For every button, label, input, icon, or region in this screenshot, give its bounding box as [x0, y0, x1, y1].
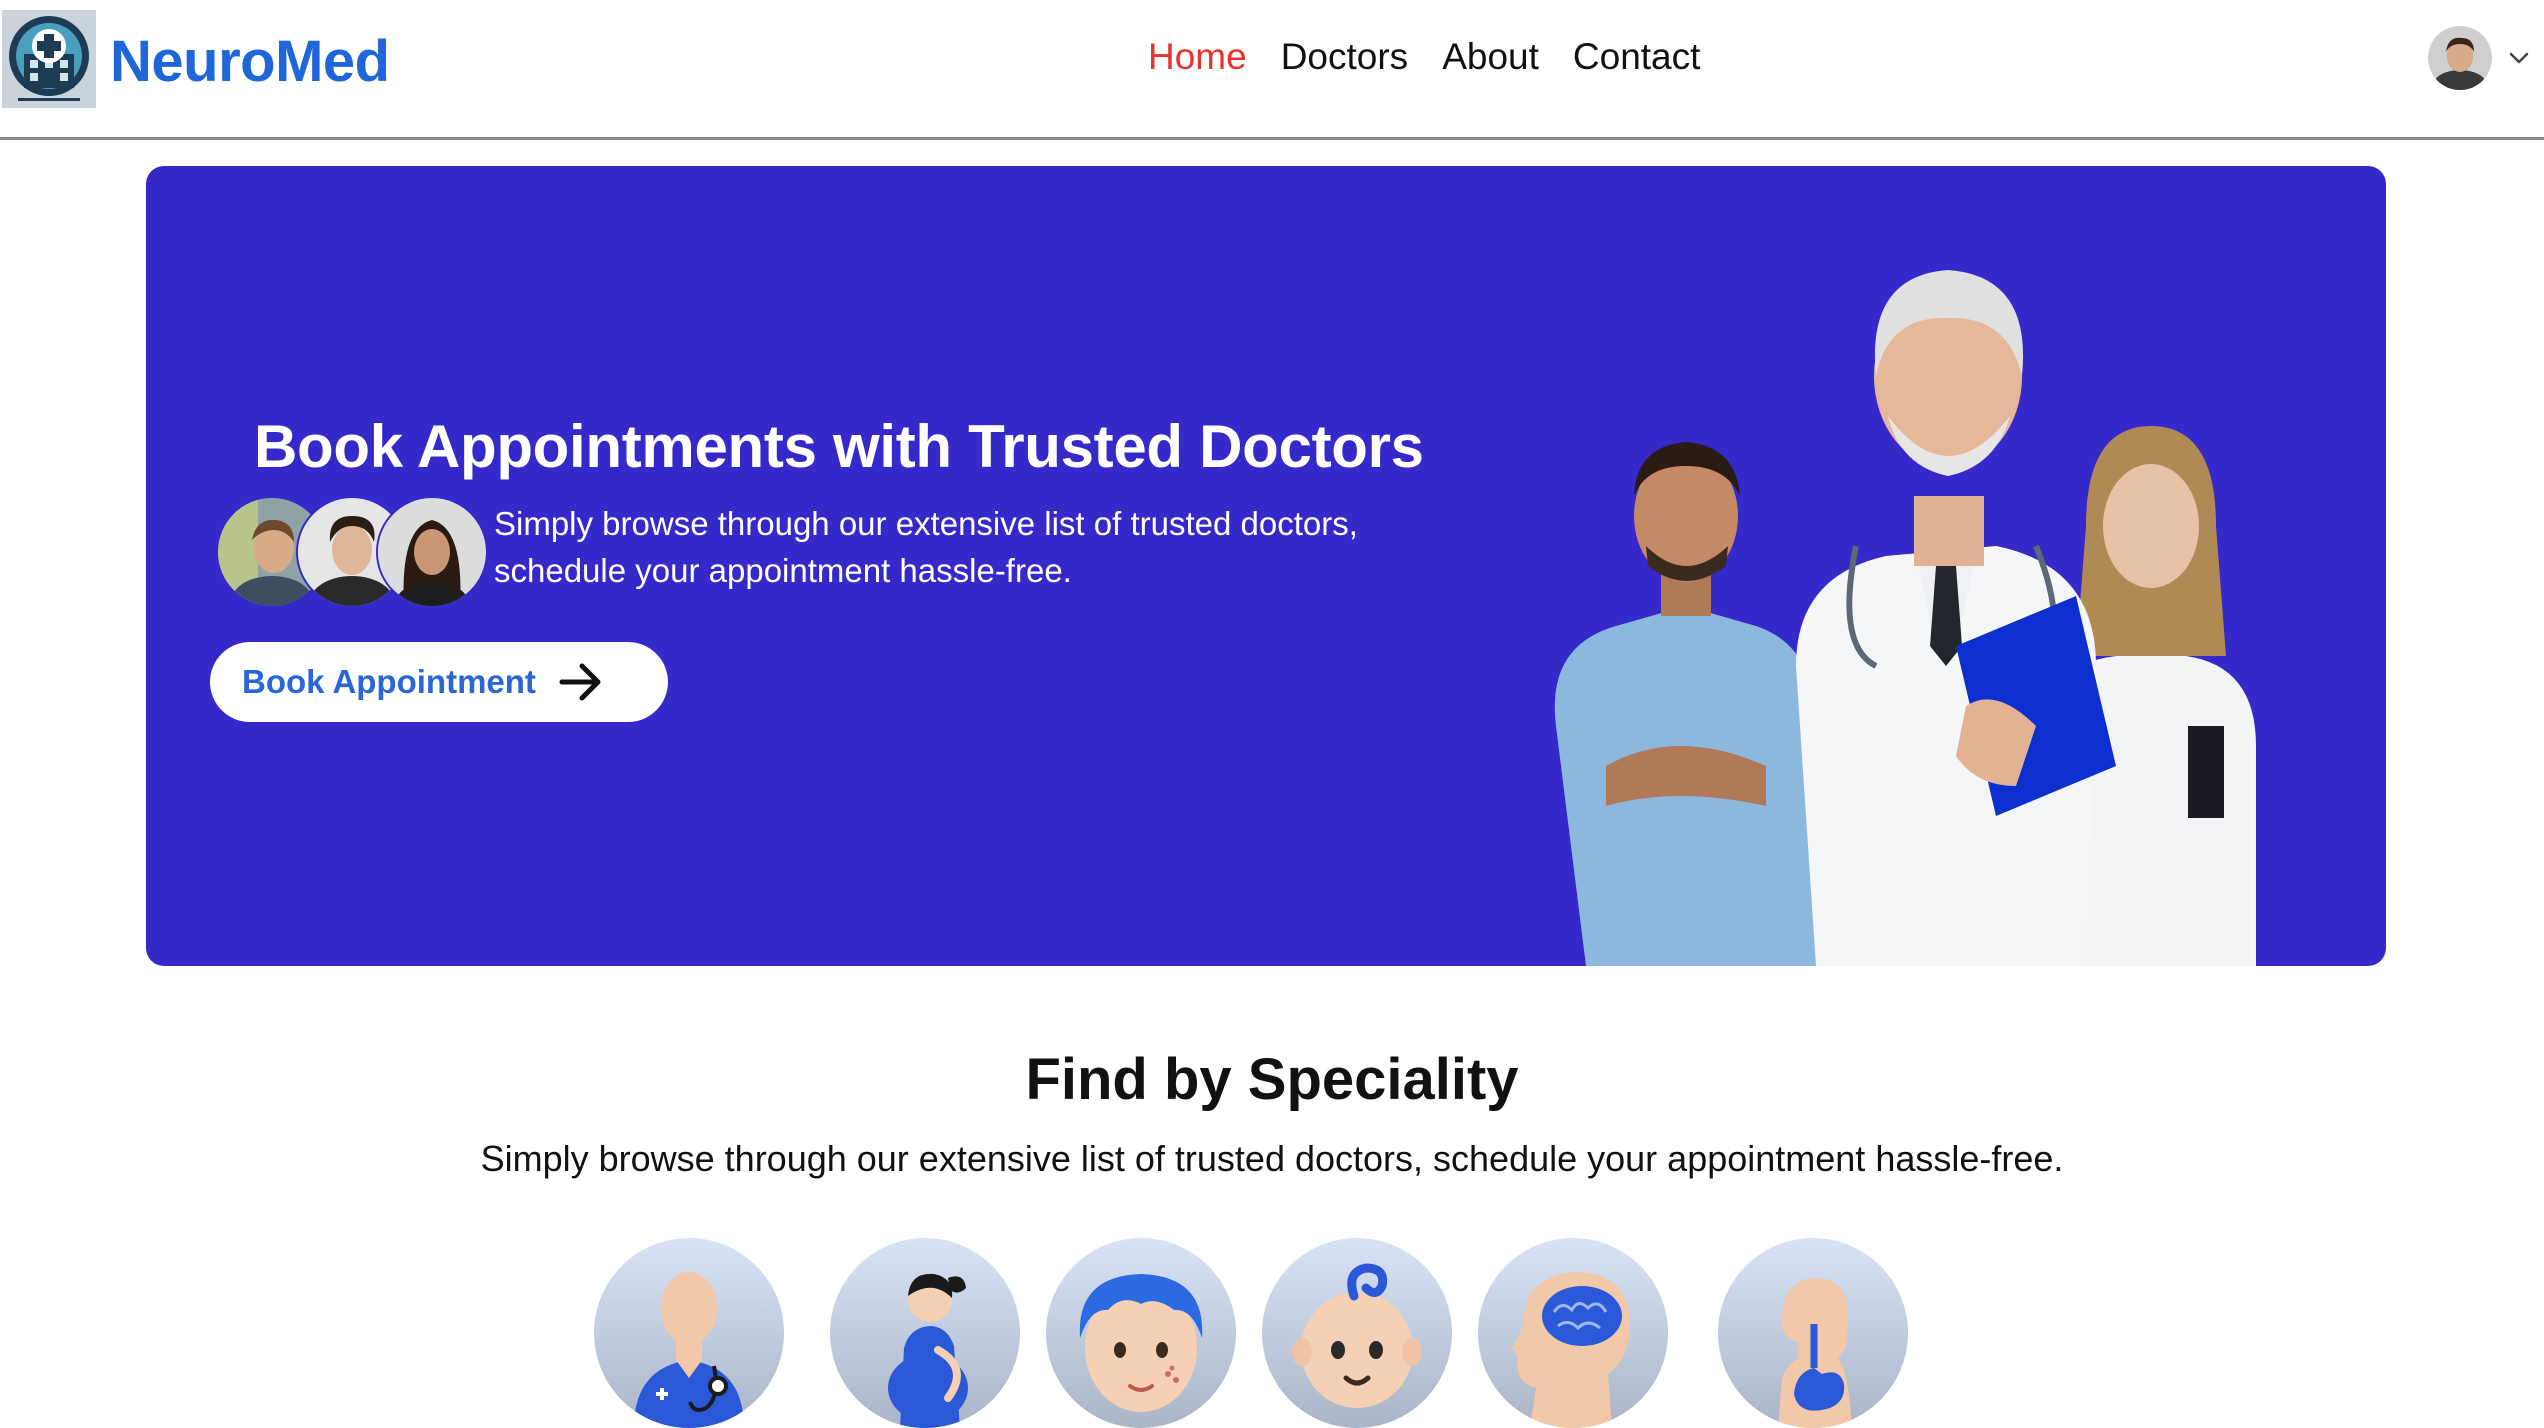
general-physician-icon: [634, 1272, 744, 1428]
hospital-cross-icon[interactable]: [2, 10, 96, 108]
speciality-title: Find by Speciality: [1025, 1047, 1519, 1112]
gynecologist-icon: [888, 1273, 968, 1428]
doctor-avatar-group: [216, 496, 488, 608]
nav-link-about[interactable]: About: [1442, 36, 1539, 78]
speciality-gynecologist[interactable]: [830, 1238, 1020, 1428]
speciality-subtitle: Simply browse through our extensive list…: [480, 1138, 2064, 1179]
book-appointment-label: Book Appointment: [242, 663, 536, 700]
neurologist-icon: [1512, 1272, 1630, 1428]
book-appointment-button[interactable]: Book Appointment: [210, 642, 668, 722]
hero-subtitle: Simply browse through our extensive list…: [494, 505, 1358, 589]
pediatrician-icon: [1292, 1263, 1422, 1408]
nav-links: Home Doctors About Contact: [1148, 36, 1700, 78]
user-avatar[interactable]: [2428, 26, 2492, 90]
navbar: NeuroMed Home Doctors About Contact: [0, 0, 2544, 140]
nav-link-home[interactable]: Home: [1148, 36, 1247, 78]
hero-banner: Book Appointments with Trusted Doctors S…: [146, 166, 2386, 966]
nav-link-doctors[interactable]: Doctors: [1281, 36, 1408, 78]
speciality-general-physician[interactable]: [594, 1238, 784, 1428]
dermatologist-icon: [1079, 1274, 1203, 1412]
arrow-right-icon: [558, 660, 606, 704]
gastroenterologist-icon: [1778, 1278, 1852, 1428]
doctors-group-image: [1436, 226, 2336, 966]
hero-title: Book Appointments with Trusted Doctors: [254, 413, 1424, 480]
speciality-gastroenterologist[interactable]: [1718, 1238, 1908, 1428]
nav-link-contact[interactable]: Contact: [1573, 36, 1701, 78]
speciality-neurologist[interactable]: [1478, 1238, 1668, 1428]
chevron-down-icon[interactable]: [2506, 45, 2532, 71]
speciality-pediatrician[interactable]: [1262, 1238, 1452, 1428]
doctor-avatar: [376, 496, 488, 608]
profile-menu[interactable]: [2428, 26, 2532, 90]
speciality-dermatologist[interactable]: [1046, 1238, 1236, 1428]
brand-name[interactable]: NeuroMed: [110, 28, 390, 95]
